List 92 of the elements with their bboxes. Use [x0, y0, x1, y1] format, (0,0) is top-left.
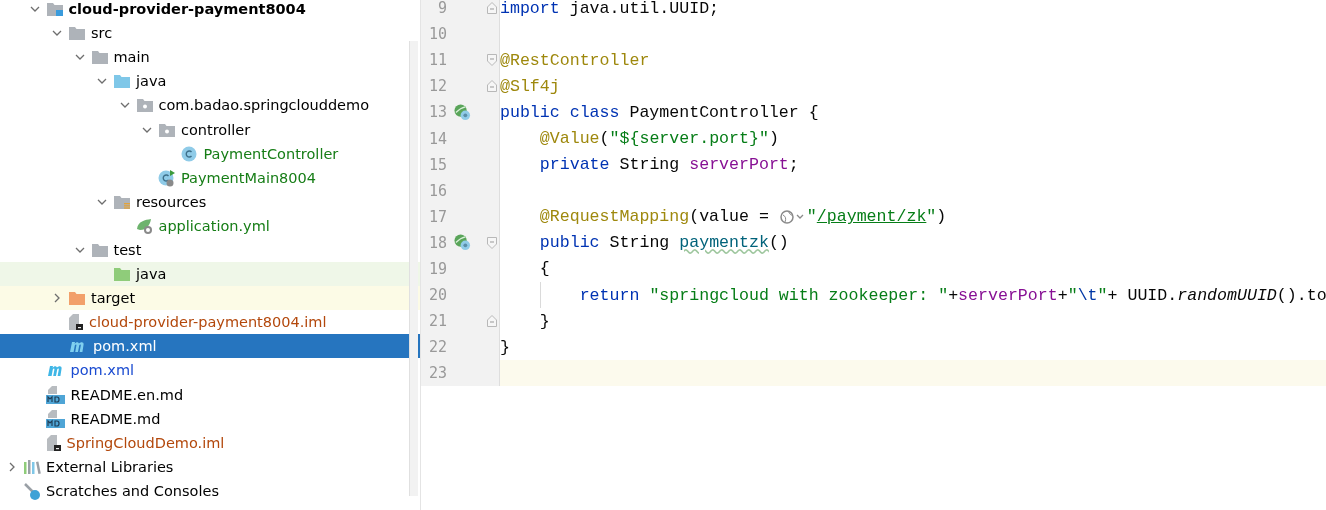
code-line: return "springcloud with zookeeper: "+serverPort+"\t"+ UUID.randomUUID().to: [500, 285, 1326, 305]
tree-row[interactable]: src: [0, 21, 420, 46]
tree-row[interactable]: PaymentController: [0, 141, 420, 166]
code-line: }: [538, 311, 550, 331]
tree-row[interactable]: controller: [0, 117, 420, 142]
tree-item-label: External Libraries: [46, 457, 174, 476]
line-number: 17: [427, 207, 447, 226]
class-icon: [180, 144, 199, 163]
tree-row[interactable]: External Libraries: [0, 454, 420, 479]
folder-icon: [68, 25, 86, 42]
tree-item-label: pom.xml: [70, 361, 135, 380]
tree-row[interactable]: pom.xml: [0, 358, 420, 383]
tree-item-label: PaymentMain8004: [181, 168, 316, 187]
module-folder-icon: [45, 1, 64, 18]
globe-dropdown-icon[interactable]: [779, 208, 806, 225]
line-number: 21: [427, 312, 447, 331]
tree-item-label: test: [113, 241, 142, 259]
code-line: @RestController: [500, 50, 650, 70]
tree-item-label: Scratches and Consoles: [46, 481, 219, 500]
line-number: 14: [427, 129, 447, 148]
scratches-icon: [23, 481, 41, 500]
code-line: @Slf4j: [500, 76, 560, 96]
code-line: import java.util.UUID;: [500, 0, 720, 18]
tree-row[interactable]: application.yml: [0, 213, 420, 238]
tree-row[interactable]: com.badao.springclouddemo: [0, 93, 420, 118]
tree-item-label: java: [136, 72, 167, 91]
tree-row[interactable]: SpringCloudDemo.iml: [0, 430, 420, 455]
main-class-icon: [158, 168, 176, 187]
code-line: public class PaymentController {: [500, 102, 819, 122]
line-number: 15: [427, 155, 447, 174]
bean-icon[interactable]: [453, 234, 471, 252]
tree-row[interactable]: target: [0, 286, 420, 311]
code-line: private String serverPort;: [538, 155, 799, 175]
markdown-file-icon: [45, 409, 66, 428]
tree-row[interactable]: README.md: [0, 406, 420, 431]
line-number: 19: [427, 260, 447, 278]
folder-icon: [68, 290, 86, 307]
tree-item-label: pom.xml: [93, 337, 157, 356]
tree-item-label: SpringCloudDemo.iml: [66, 433, 225, 452]
tree-item-label: com.badao.springclouddemo: [158, 96, 369, 115]
package-icon: [158, 121, 176, 138]
code-line: {: [538, 259, 550, 279]
module-file-icon: [45, 433, 62, 452]
line-number: 16: [427, 181, 447, 200]
tree-row[interactable]: test: [0, 237, 420, 263]
line-number: 22: [427, 338, 447, 357]
code-line: }: [500, 337, 510, 357]
markdown-file-icon: [45, 385, 66, 404]
tree-row[interactable]: java: [0, 262, 420, 287]
tree-item-label: cloud-provider-payment8004: [68, 0, 306, 19]
folder-icon: [90, 242, 109, 258]
package-icon: [135, 97, 154, 114]
tree-item-label: application.yml: [158, 216, 270, 235]
tree-row[interactable]: pom.xml: [0, 334, 420, 359]
folder-icon: [113, 73, 131, 90]
tree-item-label: main: [113, 48, 150, 67]
line-number: 23: [427, 364, 447, 383]
line-number: 20: [427, 286, 447, 305]
tree-row[interactable]: PaymentMain8004: [0, 165, 420, 190]
tree-item-label: target: [91, 289, 136, 308]
resources-folder-icon: [113, 193, 131, 210]
code-line: @Value("${server.port}"): [538, 129, 779, 148]
line-number: 13: [427, 103, 447, 122]
tree-item-label: README.md: [70, 409, 161, 428]
line-number: 18: [427, 233, 447, 252]
tree-item-label: resources: [136, 192, 207, 211]
tree-item-label: cloud-provider-payment8004.iml: [89, 313, 327, 332]
code-line: public String paymentzk(): [538, 233, 789, 253]
tree-item-label: java: [136, 265, 167, 284]
tree-row[interactable]: java: [0, 69, 420, 94]
line-number: 9: [436, 0, 447, 18]
tree-item-label: PaymentController: [203, 144, 339, 163]
tree-item-label: src: [91, 24, 113, 43]
tree-row[interactable]: cloud-provider-payment8004: [0, 0, 420, 22]
libraries-icon: [23, 458, 41, 475]
scrollbar[interactable]: [409, 41, 418, 496]
folder-icon: [113, 266, 131, 283]
line-number: 12: [427, 77, 447, 96]
line-number: 11: [427, 51, 447, 70]
tree-row[interactable]: Scratches and Consoles: [0, 478, 420, 503]
tree-item-label: controller: [181, 120, 251, 139]
folder-icon: [90, 49, 109, 66]
tree-item-label: README.en.md: [70, 385, 184, 404]
tree-row[interactable]: README.en.md: [0, 382, 420, 407]
tree-row[interactable]: resources: [0, 189, 420, 214]
spring-leaf-icon: [135, 216, 154, 235]
tree-row[interactable]: cloud-provider-payment8004.iml: [0, 310, 420, 335]
line-number: 10: [427, 25, 447, 44]
module-file-icon: [68, 313, 84, 332]
tree-row[interactable]: main: [0, 45, 420, 70]
code-line: @RequestMapping(value = "/payment/zk"): [538, 207, 947, 227]
bean-icon[interactable]: [453, 103, 471, 121]
